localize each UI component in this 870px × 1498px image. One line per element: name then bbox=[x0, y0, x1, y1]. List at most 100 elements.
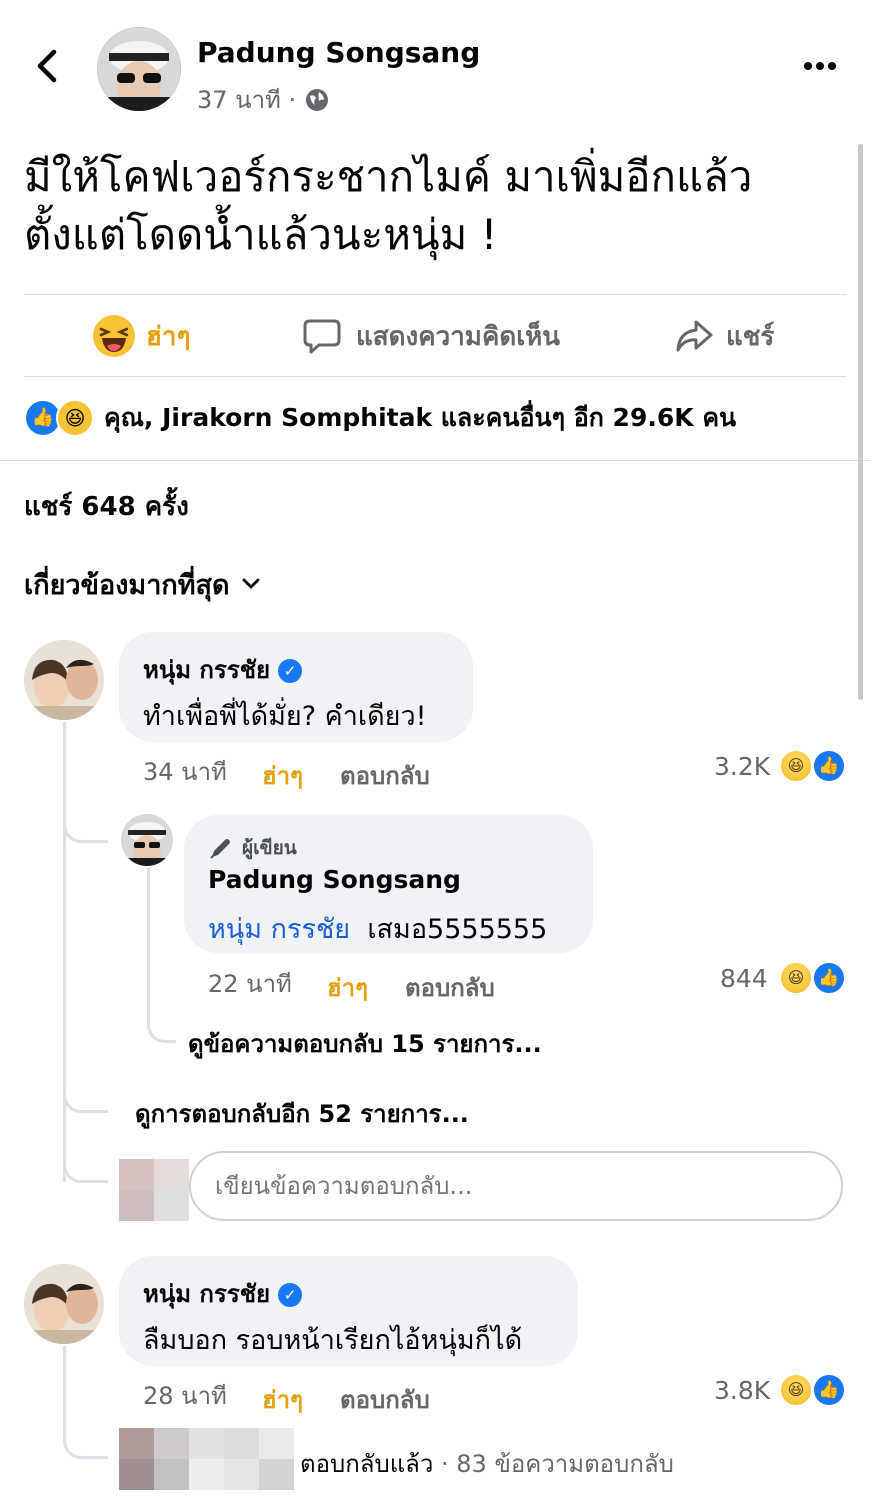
pencil-mic-icon bbox=[210, 839, 230, 859]
comment-reaction-count[interactable]: 3.2K bbox=[714, 752, 770, 781]
comment-bubble[interactable]: หนุ่ม กรรชัย ✓ ลืมบอก รอบหน้าเรียกไอ้หนุ่… bbox=[119, 1256, 578, 1366]
current-user-avatar bbox=[119, 1159, 189, 1221]
comment-bubble[interactable]: หนุ่ม กรรชัย ✓ ทำเพื่อพี่ได้มั่ย? คำเดียว… bbox=[119, 632, 473, 742]
comment-text: ลืมบอก รอบหน้าเรียกไอ้หนุ่มก็ได้ bbox=[143, 1325, 523, 1356]
divider bbox=[24, 294, 846, 295]
author-avatar[interactable] bbox=[97, 27, 181, 111]
haha-emoji-icon bbox=[93, 315, 135, 357]
haha-reaction-icon: 😆 bbox=[56, 399, 94, 437]
share-button[interactable]: แชร์ bbox=[674, 312, 774, 360]
chevron-down-icon bbox=[242, 578, 259, 589]
comment-time[interactable]: 28 นาที bbox=[143, 1376, 227, 1415]
blurred-avatar-tile bbox=[224, 1459, 259, 1490]
reply-input-field[interactable] bbox=[189, 1151, 843, 1221]
section-divider bbox=[0, 460, 870, 461]
commenter-avatar[interactable] bbox=[24, 1264, 104, 1344]
commenter-name-text: หนุ่ม กรรชัย bbox=[143, 656, 271, 684]
reply-reply-button[interactable]: ตอบกลับ bbox=[405, 968, 495, 1007]
reply-input[interactable] bbox=[213, 1165, 817, 1207]
thread-connector bbox=[63, 1130, 108, 1183]
more-button[interactable] bbox=[800, 54, 840, 78]
share-arrow-icon bbox=[676, 320, 713, 352]
post-text-line: มีให้โคฟเวอร์กระชากไมค์ มาเพิ่มอีกแล้ว bbox=[24, 152, 753, 201]
haha-reaction-icon: 😆 bbox=[779, 749, 813, 783]
commenter-name[interactable]: หนุ่ม กรรชัย ✓ bbox=[143, 650, 303, 689]
post-time[interactable]: 37 นาที bbox=[197, 86, 281, 114]
blurred-avatar-tile bbox=[189, 1459, 224, 1490]
comment-reply-button[interactable]: ตอบกลับ bbox=[340, 1380, 430, 1419]
post-text-line: ตั้งแต่โดดน้ำแล้วนะหนุ่ม ! bbox=[24, 210, 498, 259]
back-button[interactable] bbox=[30, 44, 66, 88]
haha-reaction-icon: 😆 bbox=[779, 961, 813, 995]
scrollbar-thumb[interactable] bbox=[858, 144, 863, 700]
share-count[interactable]: แชร์ 648 ครั้ง bbox=[24, 486, 189, 527]
author-reply-avatar[interactable] bbox=[121, 814, 173, 866]
thread-connector bbox=[63, 1060, 108, 1113]
blurred-avatar-tile bbox=[154, 1159, 189, 1190]
reactions-summary[interactable]: 👍 😆 คุณ, Jirakorn Somphitak และคนอื่นๆ อ… bbox=[24, 398, 736, 438]
globe-icon bbox=[305, 89, 328, 111]
blurred-avatar-tile bbox=[119, 1428, 154, 1459]
divider bbox=[24, 376, 846, 377]
blurred-avatar-tile bbox=[189, 1428, 224, 1459]
blurred-avatar-tile bbox=[259, 1459, 294, 1490]
commenter-avatar[interactable] bbox=[24, 640, 104, 720]
comment-label: แสดงความคิดเห็น bbox=[356, 321, 561, 352]
blurred-avatar-tile bbox=[154, 1428, 189, 1459]
like-reaction-icon: 👍 bbox=[812, 961, 846, 995]
reactions-summary-text: คุณ, Jirakorn Somphitak และคนอื่นๆ อีก 2… bbox=[104, 403, 737, 432]
thread-connector bbox=[63, 760, 108, 843]
commenter-name[interactable]: หนุ่ม กรรชัย ✓ bbox=[143, 1274, 303, 1313]
meta-dot: · bbox=[288, 86, 297, 114]
blurred-avatar-tile bbox=[119, 1190, 154, 1221]
author-reply-text: หนุ่ม กรรชัย เสมอ5555555 bbox=[208, 907, 547, 950]
sort-dropdown[interactable]: เกี่ยวข้องมากที่สุด bbox=[24, 564, 262, 604]
comment-reply-button[interactable]: ตอบกลับ bbox=[340, 756, 430, 795]
view-more-replies-link[interactable]: ดูการตอบกลับอีก 52 รายการ... bbox=[135, 1094, 469, 1133]
comment-text: ทำเพื่อพี่ได้มั่ย? คำเดียว! bbox=[143, 701, 427, 732]
comment-time[interactable]: 34 นาที bbox=[143, 752, 227, 791]
replied-label: ตอบกลับแล้ว bbox=[300, 1450, 434, 1478]
blurred-avatar-tile bbox=[119, 1159, 154, 1190]
replied-dot: · bbox=[441, 1450, 449, 1478]
author-reply-name[interactable]: Padung Songsang bbox=[208, 865, 461, 894]
comment-haha-button[interactable]: ฮ่าๆ bbox=[262, 1380, 303, 1419]
haha-button[interactable]: ฮ่าๆ bbox=[92, 312, 190, 360]
blurred-avatar-tile bbox=[154, 1190, 189, 1221]
verified-badge-icon: ✓ bbox=[278, 659, 303, 683]
comment-haha-button[interactable]: ฮ่าๆ bbox=[262, 756, 303, 795]
replied-avatars[interactable] bbox=[119, 1428, 294, 1490]
avatar-image bbox=[24, 640, 104, 720]
view-nested-replies-link[interactable]: ดูข้อความตอบกลับ 15 รายการ... bbox=[188, 1024, 542, 1063]
blurred-avatar-tile bbox=[154, 1459, 189, 1490]
author-badge: ผู้เขียน bbox=[208, 833, 297, 863]
blurred-avatar-tile bbox=[224, 1428, 259, 1459]
replied-count: 83 ข้อความตอบกลับ bbox=[456, 1450, 674, 1478]
share-label: แชร์ bbox=[726, 321, 775, 352]
blurred-avatar-tile bbox=[259, 1428, 294, 1459]
mention-link[interactable]: หนุ่ม กรรชัย bbox=[208, 914, 350, 945]
comment-button[interactable]: แสดงความคิดเห็น bbox=[302, 312, 560, 360]
replied-summary[interactable]: ตอบกลับแล้ว · 83 ข้อความตอบกลับ bbox=[300, 1444, 674, 1483]
comment-reaction-count[interactable]: 3.8K bbox=[714, 1376, 770, 1405]
comment-bubble-icon bbox=[303, 319, 341, 354]
reply-haha-button[interactable]: ฮ่าๆ bbox=[327, 968, 368, 1007]
more-dots-icon bbox=[804, 62, 836, 70]
haha-label: ฮ่าๆ bbox=[146, 321, 191, 352]
sort-label: เกี่ยวข้องมากที่สุด bbox=[24, 569, 230, 601]
post-meta: 37 นาที · bbox=[197, 80, 330, 119]
reply-time[interactable]: 22 นาที bbox=[208, 964, 292, 1003]
like-reaction-icon: 👍 bbox=[812, 749, 846, 783]
haha-reaction-icon: 😆 bbox=[779, 1373, 813, 1407]
thread-connector bbox=[63, 1346, 108, 1459]
avatar-image bbox=[97, 27, 181, 111]
post-text: มีให้โคฟเวอร์กระชากไมค์ มาเพิ่มอีกแล้ว ต… bbox=[24, 148, 752, 264]
author-reply-bubble[interactable]: ผู้เขียน Padung Songsang หนุ่ม กรรชัย เส… bbox=[184, 815, 593, 953]
avatar-image bbox=[121, 814, 173, 866]
like-reaction-icon: 👍 bbox=[812, 1373, 846, 1407]
verified-badge-icon: ✓ bbox=[278, 1283, 303, 1307]
reply-reaction-count[interactable]: 844 bbox=[720, 964, 768, 993]
author-name[interactable]: Padung Songsang bbox=[197, 36, 480, 69]
reply-text: เสมอ5555555 bbox=[367, 914, 548, 945]
avatar-image bbox=[24, 1264, 104, 1344]
